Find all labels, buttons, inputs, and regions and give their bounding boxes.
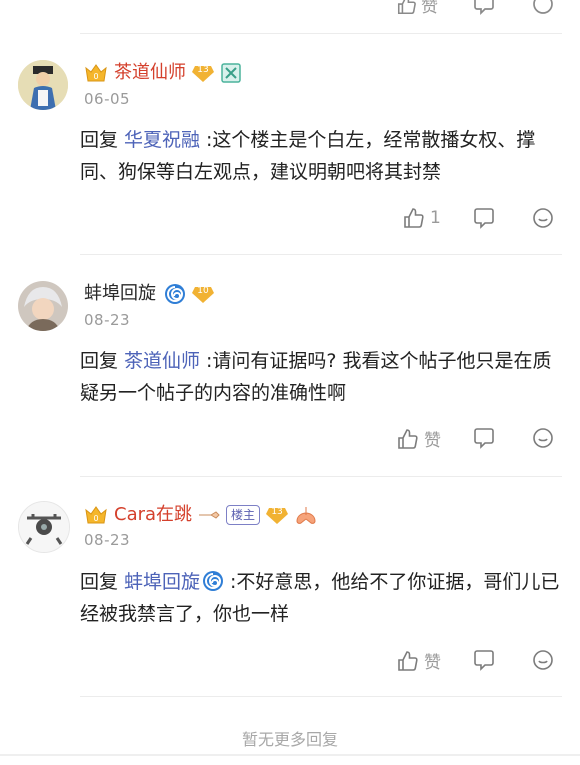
more-button[interactable] bbox=[531, 426, 555, 450]
name-row: 0 Cara在跳 楼主 13 bbox=[84, 502, 318, 528]
thumbs-up-icon bbox=[397, 0, 416, 14]
divider bbox=[80, 33, 562, 34]
swirl-icon bbox=[165, 284, 185, 304]
mention-link[interactable]: 茶道仙师 bbox=[124, 350, 200, 372]
emoji-reply-icon bbox=[533, 650, 553, 670]
thumbs-up-icon bbox=[404, 208, 424, 228]
avatar-image bbox=[19, 502, 69, 552]
comment-actions: 1 bbox=[396, 206, 566, 236]
more-icon bbox=[533, 0, 553, 14]
name-row: 蚌埠回旋 10 bbox=[84, 281, 214, 307]
level-badge: 13 bbox=[266, 506, 289, 524]
swirl-icon bbox=[203, 571, 224, 591]
avatar[interactable] bbox=[18, 501, 70, 553]
more-button[interactable] bbox=[531, 648, 555, 672]
like-label: 赞 bbox=[421, 0, 438, 17]
host-badge: 楼主 bbox=[226, 505, 261, 525]
pointing-hand-icon bbox=[199, 511, 220, 519]
thumbs-up-icon bbox=[398, 650, 418, 671]
comment-icon bbox=[474, 650, 494, 671]
username[interactable]: Cara在跳 bbox=[114, 503, 192, 527]
level-badge: 13 bbox=[192, 64, 214, 82]
avatar-image bbox=[18, 60, 68, 110]
like-label: 赞 bbox=[424, 431, 441, 451]
comment-date: 06-05 bbox=[84, 90, 131, 108]
thumbs-up-icon bbox=[398, 428, 418, 449]
like-button[interactable]: 赞 bbox=[396, 0, 438, 17]
comment-icon bbox=[474, 208, 494, 229]
like-button[interactable]: 赞 bbox=[396, 648, 441, 673]
no-more-replies-text: 暂无更多回复 bbox=[241, 730, 338, 749]
more-button[interactable] bbox=[531, 0, 555, 16]
more-button[interactable] bbox=[531, 206, 555, 230]
comment-button[interactable] bbox=[472, 206, 496, 230]
comment-icon bbox=[474, 428, 494, 449]
previous-comment-actions: 赞 bbox=[0, 0, 580, 17]
like-count: 1 bbox=[430, 208, 441, 228]
comment-button[interactable] bbox=[472, 0, 496, 16]
bottom-divider bbox=[0, 754, 580, 756]
lungs-icon bbox=[296, 507, 316, 524]
crown-icon: 0 bbox=[85, 64, 107, 82]
mention-link[interactable]: 蚌埠回旋 bbox=[124, 571, 224, 593]
medal-icon bbox=[221, 63, 241, 83]
like-label: 赞 bbox=[424, 653, 441, 673]
comment-button[interactable] bbox=[472, 648, 496, 672]
username[interactable]: 茶道仙师 bbox=[114, 61, 186, 85]
comment-button[interactable] bbox=[472, 426, 496, 450]
svg-text:0: 0 bbox=[93, 514, 98, 523]
avatar-image bbox=[18, 281, 68, 331]
divider bbox=[80, 254, 562, 255]
mention-link[interactable]: 华夏祝融 bbox=[124, 129, 200, 151]
emoji-reply-icon bbox=[533, 428, 553, 448]
svg-text:0: 0 bbox=[93, 72, 98, 81]
crown-icon: 0 bbox=[85, 506, 107, 524]
like-button[interactable]: 赞 bbox=[396, 426, 441, 451]
username[interactable]: 蚌埠回旋 bbox=[84, 282, 156, 306]
comment-text: 回复 茶道仙师:请问有证据吗? 我看这个帖子他只是在质疑另一个帖子的内容的准确性啊 bbox=[80, 350, 552, 404]
like-button[interactable]: 1 bbox=[402, 206, 441, 230]
divider bbox=[80, 696, 562, 697]
comment-text: 回复 蚌埠回旋:不好意思，他给不了你证据，哥们儿已经被我禁言了，你也一样 bbox=[80, 571, 560, 625]
comment-icon bbox=[474, 0, 494, 16]
comment-text: 回复 华夏祝融:这个楼主是个白左，经常散播女权、撑同、狗保等白左观点，建议明朝吧将… bbox=[80, 129, 536, 183]
level-badge: 10 bbox=[192, 285, 214, 303]
divider bbox=[80, 476, 562, 477]
comment-actions: 赞 bbox=[396, 426, 566, 456]
name-row: 0 茶道仙师 13 bbox=[84, 60, 242, 86]
emoji-reply-icon bbox=[533, 208, 553, 228]
comment-date: 08-23 bbox=[84, 531, 131, 549]
avatar[interactable] bbox=[18, 281, 68, 331]
comment-date: 08-23 bbox=[84, 311, 131, 329]
comment-actions: 赞 bbox=[396, 648, 566, 678]
avatar[interactable] bbox=[18, 60, 68, 110]
